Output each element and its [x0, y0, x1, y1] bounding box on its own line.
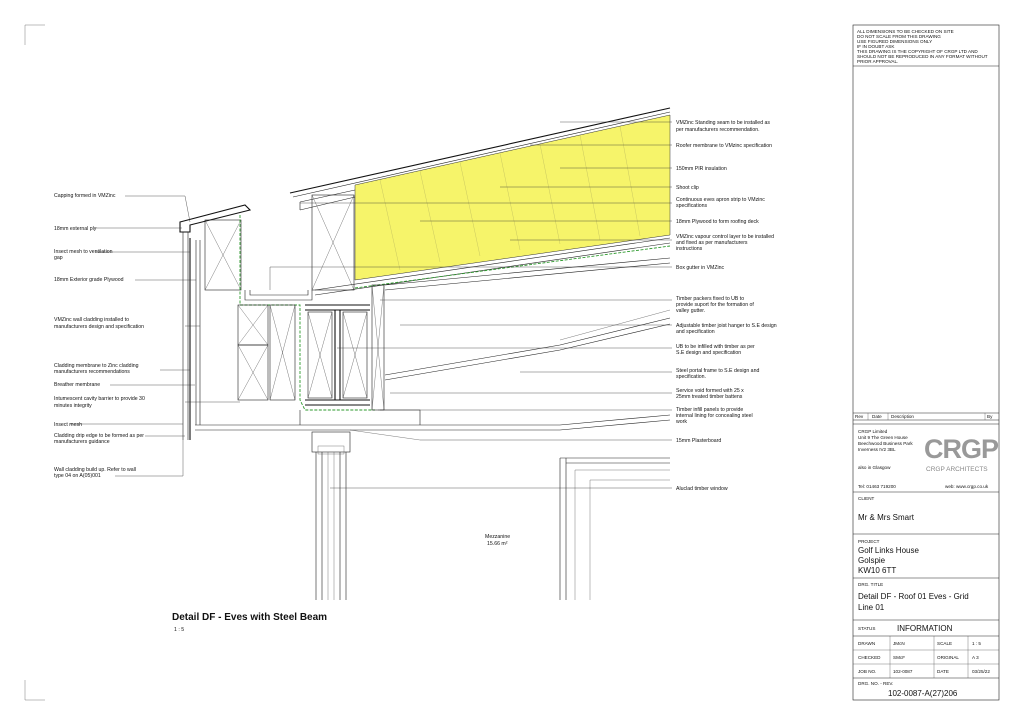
company-tel: Tel: 01463 719200	[858, 484, 896, 489]
drawing-title-line-1: Detail DF - Roof 01 Eves - Grid	[858, 592, 969, 601]
original-label: ORIGINAL	[937, 655, 959, 660]
crgp-logo-subtitle: CRGP ARCHITECTS	[926, 466, 988, 473]
project-line-1: Golf Links House	[858, 546, 919, 555]
label-exterior-plywood: 18mm Exterior grade Plywood	[54, 277, 124, 283]
scale-value: 1 : 5	[972, 641, 981, 646]
sheet-corner-marks	[24, 24, 45, 701]
client-value: Mr & Mrs Smart	[858, 513, 915, 522]
company-addr2: Beechwood Business Park	[858, 441, 913, 446]
label-cavity-barrier-2: minutes integrity	[54, 403, 92, 409]
status-value: INFORMATION	[897, 624, 953, 633]
status-label: STATUS	[858, 626, 875, 631]
label-external-ply: 18mm external ply	[54, 226, 97, 232]
label-joist-hanger-2: and specification	[676, 329, 715, 335]
label-cavity-barrier: Intumescent cavity barrier to provide 30	[54, 396, 145, 402]
label-roofer-membrane: Roofer membrane to VMzinc specification	[676, 143, 772, 149]
label-plywood-deck: 18mm Plywood to form roofing deck	[676, 219, 759, 225]
label-insect-mesh-vent: Insect mesh to ventilation	[54, 249, 113, 255]
rev-col-rev: Rev	[855, 414, 864, 419]
company-addr1: Unit 9 The Green House	[858, 435, 908, 440]
label-aluclad-window: Aluclad timber window	[676, 486, 728, 492]
label-wall-buildup-2: type 04 on A(05)001	[54, 473, 101, 479]
label-cladding-membrane-2: manufacturers recommendations	[54, 369, 130, 375]
label-insect-mesh-vent-2: gap	[54, 255, 63, 261]
label-standing-seam-2: per manufacturers recommendation.	[676, 127, 760, 133]
drawing-no-value: 102-0087-A(27)206	[888, 689, 958, 698]
note-line-7: PRIOR APPROVAL.	[857, 59, 898, 64]
room-area: 15.66 m²	[487, 541, 508, 547]
label-plasterboard: 15mm Plasterboard	[676, 438, 721, 444]
label-standing-seam: VMZinc Standing seam to be installed as	[676, 120, 770, 126]
label-timber-infill-3: work	[676, 419, 687, 425]
company-web: web: www.crgp.co.uk	[945, 484, 989, 489]
label-drip-edge-2: manufacturers guidance	[54, 439, 110, 445]
label-insect-mesh: Insect mesh	[54, 422, 82, 428]
label-box-gutter: Box gutter in VMZinc	[676, 265, 725, 271]
label-wall-cladding-2: manufacturers design and specification	[54, 324, 144, 330]
drawing-title-label: DRG. TITLE	[858, 582, 883, 587]
date-label: DATE	[937, 669, 949, 674]
rev-col-date: Date	[872, 414, 882, 419]
drawing-title-line-2: Line 01	[858, 603, 885, 612]
project-line-2: Golspie	[858, 556, 886, 565]
detail-scale: 1 : 5	[174, 627, 184, 633]
label-ub-infill-2: S.E design and specification	[676, 350, 741, 356]
drawn-value: JMcN	[893, 641, 905, 646]
rev-col-by: By	[987, 414, 993, 419]
label-capping: Capping formed in VMZinc	[54, 193, 116, 199]
label-timber-packers-3: valley gutter.	[676, 308, 705, 314]
crgp-logo: CRGP	[924, 434, 999, 464]
detail-title: Detail DF - Eves with Steel Beam	[172, 612, 327, 623]
label-eves-apron-2: specifications	[676, 203, 708, 209]
checked-value: SMcF	[893, 655, 905, 660]
project-line-3: KW10 6TT	[858, 566, 896, 575]
client-label: CLIENT	[858, 496, 875, 501]
scale-label: SCALE	[937, 641, 952, 646]
company-also: also in Glasgow	[858, 465, 891, 470]
checked-label: CHECKED	[858, 655, 881, 660]
detail-section: Capping formed in VMZinc 18mm external p…	[54, 107, 777, 633]
label-timber-infill-2: internal lining for concealing steel	[676, 413, 753, 419]
company-name: CRGP Limited	[858, 429, 888, 434]
room-name: Mezzanine	[485, 534, 510, 540]
date-value: 03/25/22	[972, 669, 990, 674]
title-block: ALL DIMENSIONS TO BE CHECKED ON SITE DO …	[852, 24, 1000, 701]
label-vapour-control-3: instructions	[676, 246, 703, 252]
label-wall-cladding: VMZinc wall cladding installed to	[54, 317, 129, 323]
company-addr3: Inverness IV2 3BL	[858, 447, 896, 452]
drawing-no-label: DRG. NO. - REV.	[858, 681, 893, 686]
rev-col-description: Description	[891, 414, 914, 419]
original-value: A 3	[972, 655, 979, 660]
label-portal-frame-2: specification.	[676, 374, 706, 380]
detail-drawing-sheet: Capping formed in VMZinc 18mm external p…	[24, 24, 1000, 701]
project-label: PROJECT	[858, 539, 880, 544]
drawn-label: DRAWN	[858, 641, 875, 646]
label-breather-membrane: Breather membrane	[54, 382, 100, 388]
job-label: JOB NO.	[858, 669, 876, 674]
job-value: 102-0087	[893, 669, 913, 674]
pir-insulation	[354, 114, 671, 281]
label-shoot-clip: Shoot clip	[676, 185, 699, 191]
label-service-void-2: 25mm treated timber battens	[676, 394, 743, 400]
label-pir-insulation: 150mm PIR insulation	[676, 166, 727, 172]
